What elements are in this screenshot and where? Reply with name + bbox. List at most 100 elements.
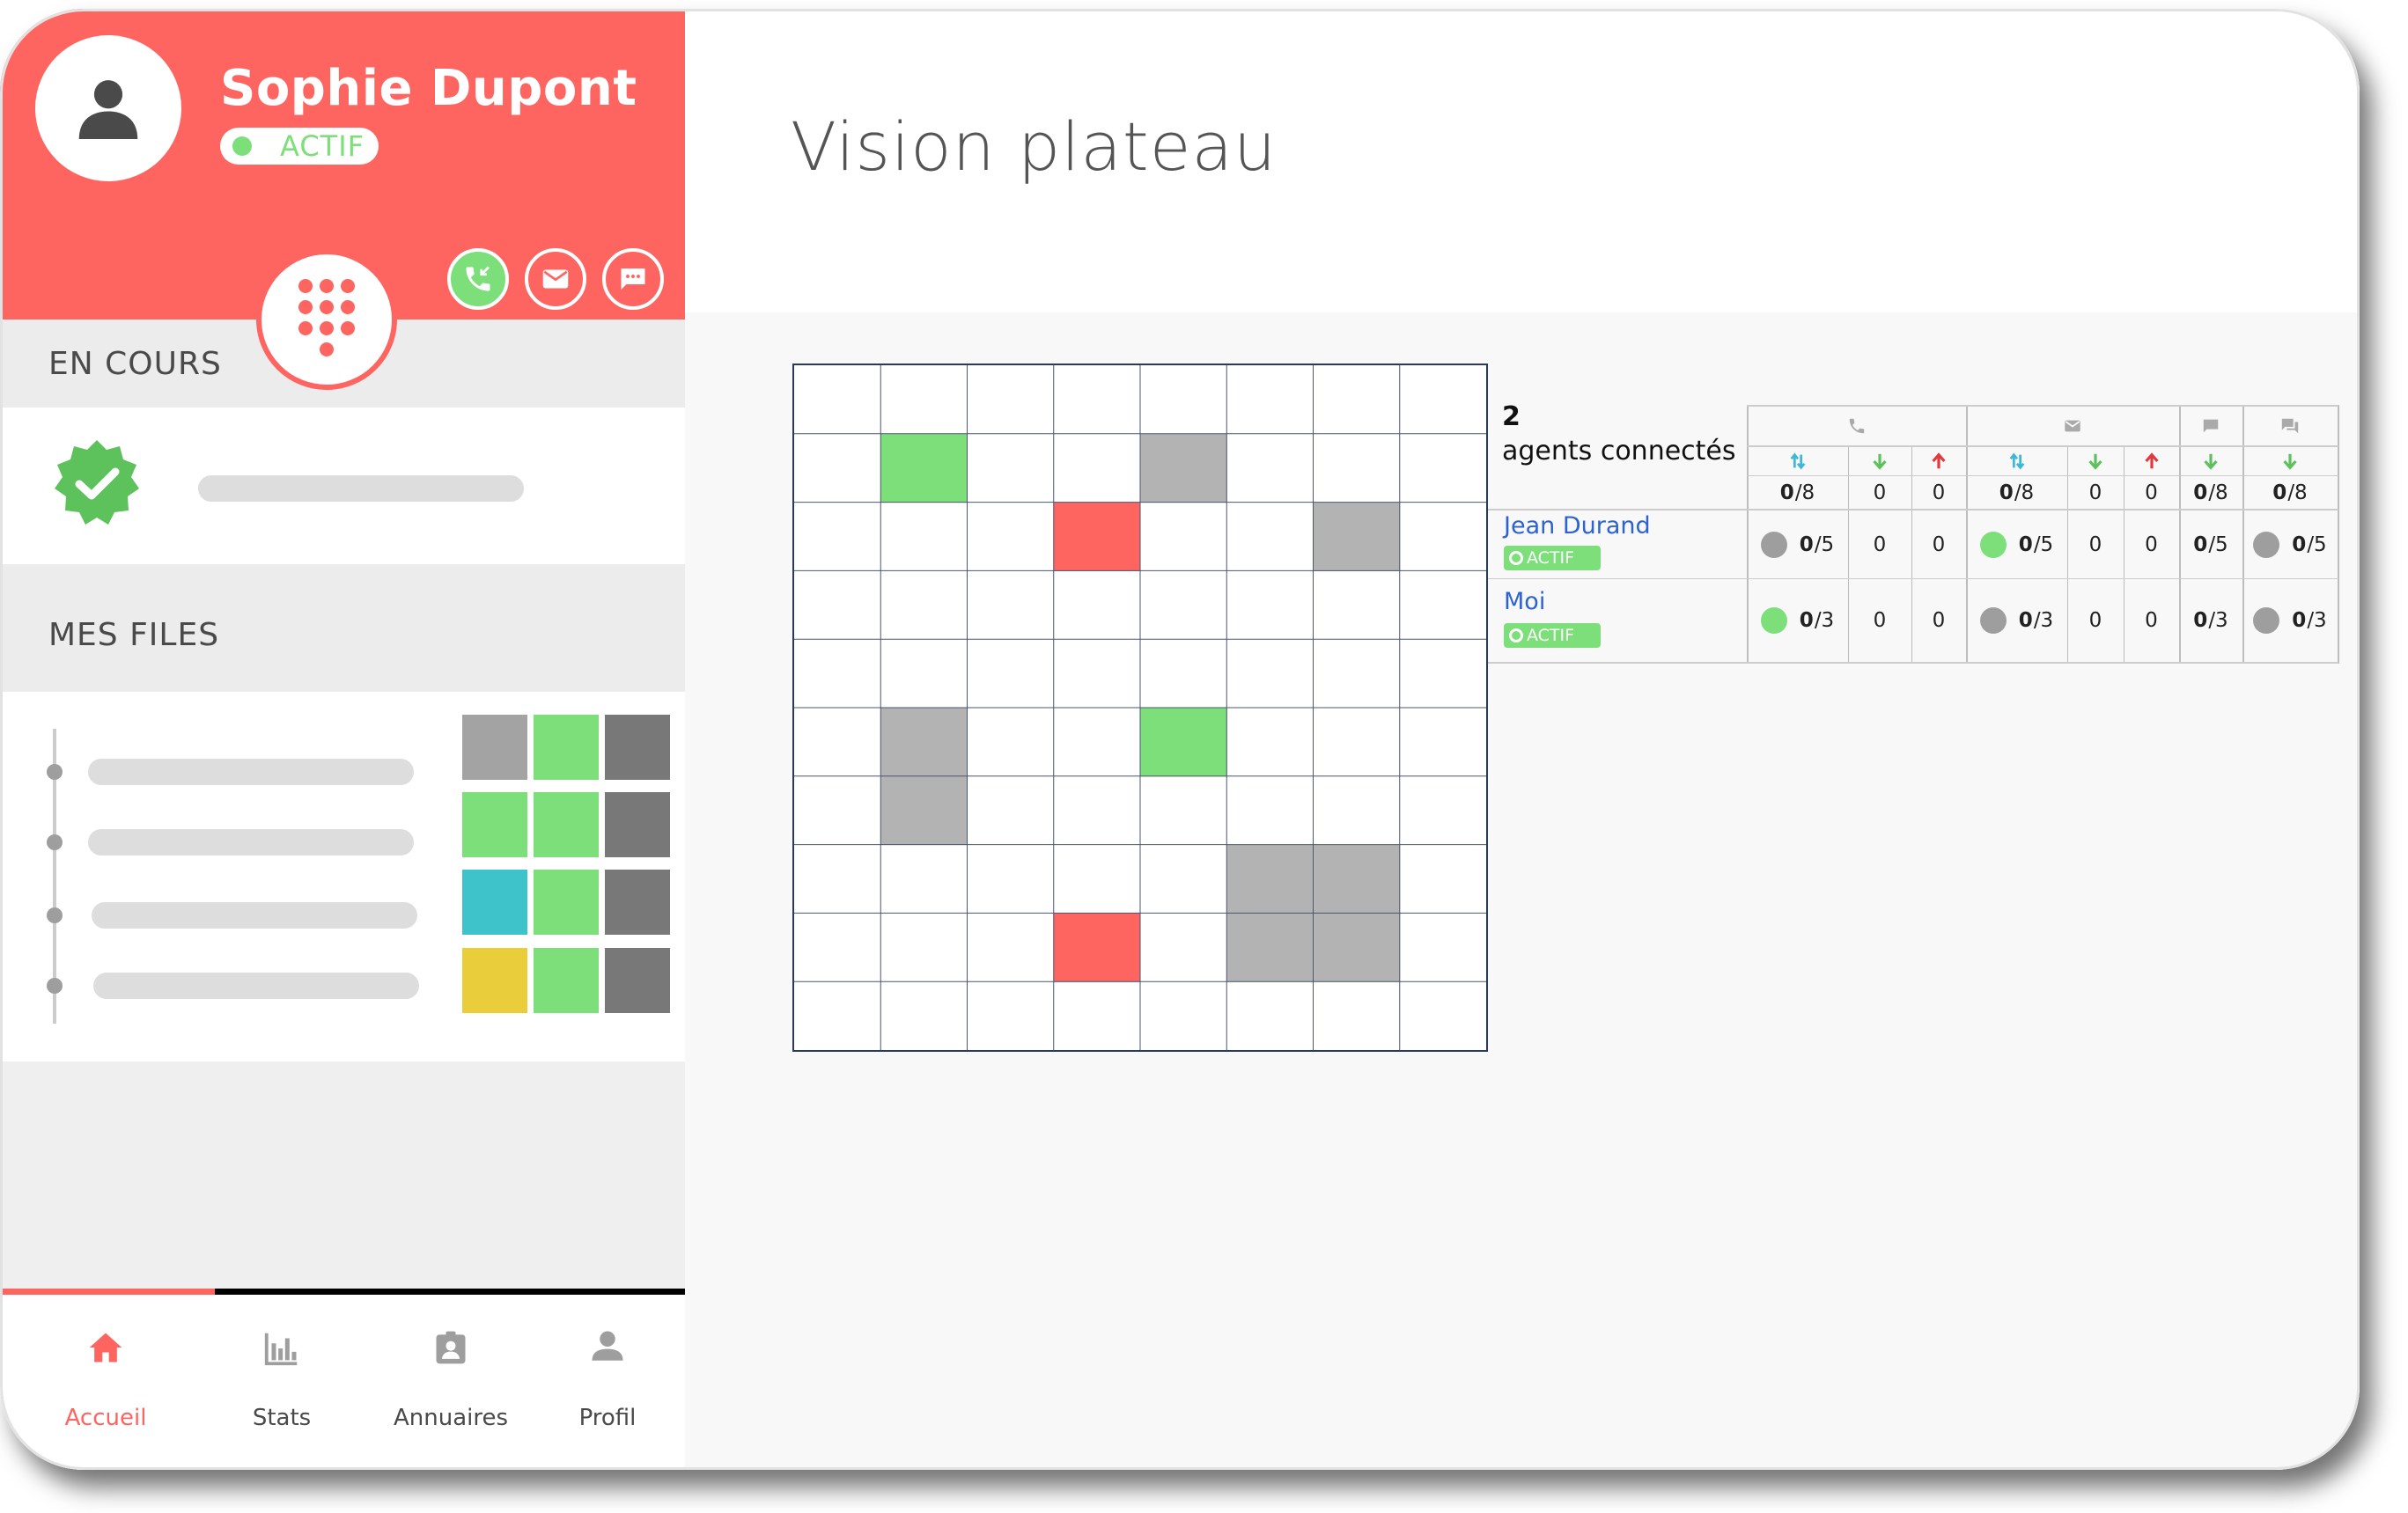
chat-icon	[621, 268, 645, 290]
mail-out-header	[2124, 446, 2179, 475]
status-dot-icon	[1760, 607, 1787, 634]
arrow-down-icon	[1873, 453, 1887, 470]
mail-icon	[2065, 420, 2080, 432]
agent-phone-in: 0	[1873, 609, 1887, 632]
arrow-up-icon	[1932, 452, 1946, 468]
tab-annuaires[interactable]: Annuaires	[367, 1295, 534, 1470]
desk-cell[interactable]	[1140, 708, 1227, 777]
total-phone-out: 0	[1932, 481, 1946, 504]
agent-forum-capacity: 0/3	[2242, 579, 2338, 662]
agent-phone-capacity: 0/5	[1747, 510, 1848, 578]
channel-mail-header	[1966, 407, 2179, 445]
tab-label: Accueil	[64, 1405, 147, 1431]
forum-icon	[2281, 418, 2299, 434]
agent-mail-in: 0	[2088, 609, 2102, 632]
forum-in-header	[2242, 446, 2338, 475]
channel-chat-header	[2179, 407, 2242, 445]
desk-cell[interactable]	[1313, 844, 1401, 914]
desk-cell[interactable]	[1226, 844, 1314, 914]
status-dot-icon	[1979, 607, 2007, 634]
queue-status-tile	[605, 948, 670, 1013]
floor-plan	[792, 364, 1488, 1052]
status-ring-icon	[1509, 628, 1523, 643]
floor-plan-grid	[794, 365, 1486, 1050]
tab-accueil[interactable]: Accueil	[22, 1295, 189, 1470]
desk-cell[interactable]	[880, 775, 968, 846]
agent-status-badge[interactable]: ACTIF	[220, 128, 379, 165]
queue-placeholder[interactable]	[88, 829, 414, 856]
agent-phone-panel: Sophie Dupont ACTIF EN COURS MES FILES A…	[0, 9, 685, 1470]
agent-row-name-link[interactable]: Moi	[1504, 588, 1545, 615]
page-title: Vision plateau	[791, 107, 1278, 186]
dialpad-button[interactable]	[256, 249, 397, 390]
bottom-tabbar: Accueil Stats Annuaires Profil	[0, 1295, 685, 1470]
tab-label: Annuaires	[393, 1405, 509, 1431]
queue-status-tile	[534, 870, 599, 935]
tab-label: Stats	[252, 1405, 312, 1431]
total-mail-inout: 0/8	[1999, 481, 2035, 504]
agent-phone-in: 0	[1873, 532, 1887, 556]
agent-chat-capacity: 0/5	[2193, 532, 2228, 556]
mail-icon	[542, 269, 569, 289]
agent-row-name-link[interactable]: Jean Durand	[1504, 512, 1651, 540]
channel-phone-header	[1747, 407, 1966, 445]
agent-mail-out: 0	[2145, 532, 2158, 556]
mes-files-list	[0, 692, 685, 1061]
agent-row-status: ACTIF	[1504, 623, 1601, 648]
dialpad-icon	[298, 279, 355, 356]
contact-book-icon	[436, 1331, 466, 1364]
queue-placeholder[interactable]	[88, 759, 414, 785]
device-frame: Sophie Dupont ACTIF EN COURS MES FILES A…	[0, 9, 2360, 1470]
timeline-dot	[47, 764, 63, 780]
avatar[interactable]	[35, 35, 181, 181]
connected-caption: agents connectés	[1502, 436, 1736, 466]
total-chat: 0/8	[2193, 481, 2228, 504]
desk-cell[interactable]	[1226, 913, 1314, 982]
agent-row-status: ACTIF	[1504, 546, 1601, 570]
queue-status-tile	[534, 948, 599, 1013]
chat-icon	[2203, 419, 2219, 433]
call-placeholder	[198, 475, 524, 502]
mail-button[interactable]	[525, 248, 586, 310]
user-icon	[78, 80, 138, 139]
incoming-call-button[interactable]	[447, 248, 509, 310]
desk-cell[interactable]	[1053, 502, 1141, 571]
desk-cell[interactable]	[880, 433, 968, 503]
total-phone-in: 0	[1873, 481, 1887, 504]
en-cours-title: EN COURS	[48, 346, 222, 382]
total-mail-out: 0	[2145, 481, 2158, 504]
tab-profil[interactable]: Profil	[524, 1295, 691, 1470]
queue-status-tile	[605, 715, 670, 780]
phone-incoming-icon	[466, 266, 490, 291]
arrow-up-icon	[2144, 452, 2159, 468]
desk-cell[interactable]	[880, 708, 968, 777]
timeline-dot	[47, 907, 63, 923]
queue-placeholder[interactable]	[93, 973, 419, 999]
desk-cell[interactable]	[1140, 433, 1227, 503]
desk-cell[interactable]	[1313, 502, 1401, 571]
chat-in-header	[2179, 446, 2242, 475]
desk-cell[interactable]	[1313, 913, 1401, 982]
tab-stats[interactable]: Stats	[198, 1295, 365, 1470]
mes-files-title: MES FILES	[48, 617, 220, 653]
agent-mail-out: 0	[2145, 609, 2158, 632]
mail-in-header	[2067, 446, 2124, 475]
en-cours-card[interactable]	[0, 408, 685, 564]
queue-placeholder[interactable]	[92, 902, 417, 929]
total-forum: 0/8	[2272, 481, 2308, 504]
active-tab-indicator	[0, 1289, 215, 1295]
agent-status-label: ACTIF	[280, 129, 365, 163]
agent-mail-capacity: 0/3	[1966, 579, 2067, 662]
chat-button[interactable]	[602, 248, 664, 310]
queue-status-tile	[462, 715, 527, 780]
timeline-dot	[47, 978, 63, 994]
status-dot-icon	[1979, 531, 2007, 558]
status-dot-icon	[2253, 531, 2280, 558]
table-divider	[2338, 405, 2339, 664]
phone-out-header	[1911, 446, 1966, 475]
desk-cell[interactable]	[1053, 913, 1141, 982]
swap-arrows-icon	[1790, 452, 1805, 470]
phone-inout-header	[1747, 446, 1848, 475]
agent-chat-capacity: 0/3	[2193, 609, 2228, 632]
arrow-down-icon	[2283, 453, 2297, 470]
